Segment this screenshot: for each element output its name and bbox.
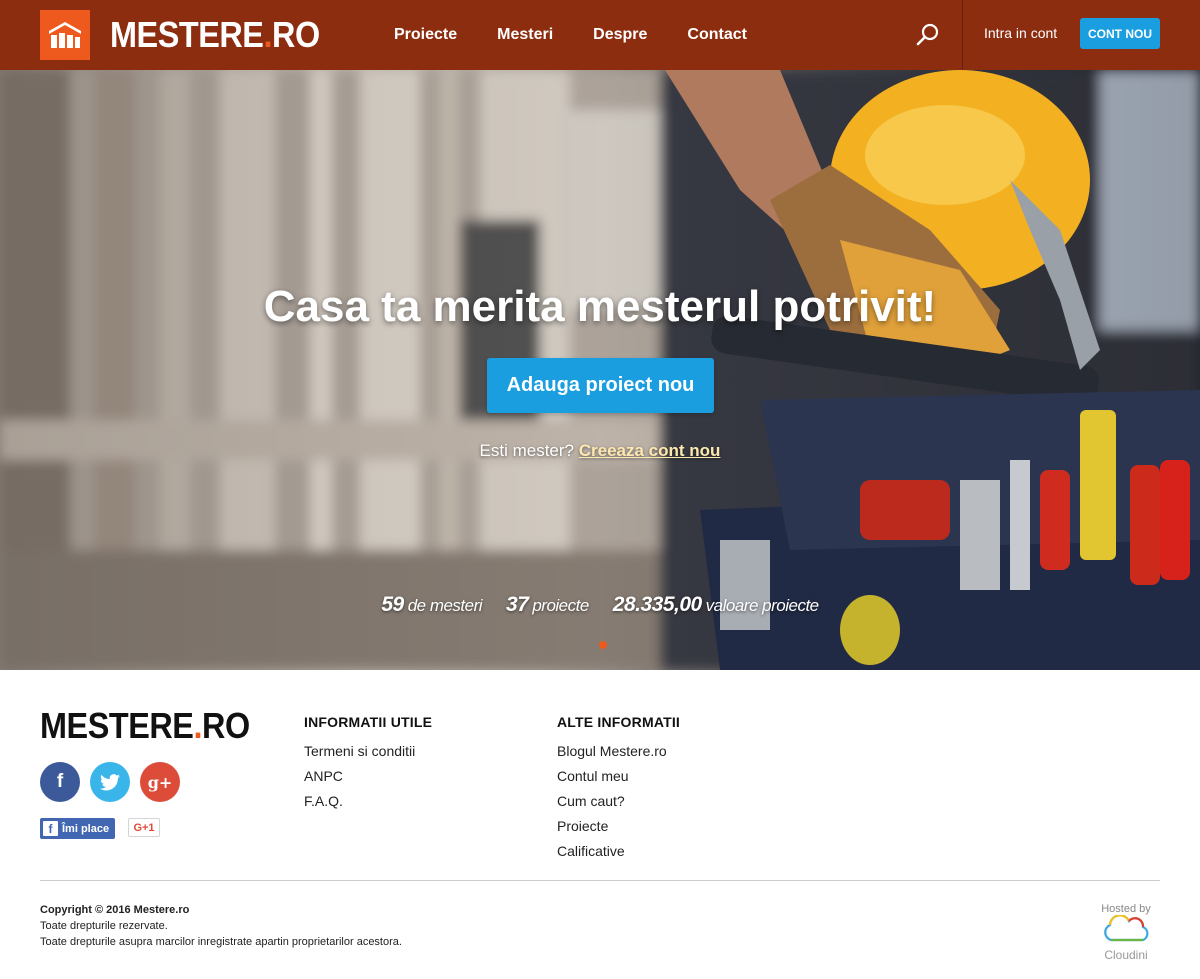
google-plus-icon[interactable]: g+ xyxy=(140,762,180,802)
stat-mesteri: 59 de mesteri xyxy=(381,593,483,616)
trademark-text: Toate drepturile asupra marcilor inregis… xyxy=(40,936,402,948)
hero-subtext: Esti mester? Creeaza cont nou xyxy=(0,441,1200,461)
rights-text: Toate drepturile rezervate. xyxy=(40,920,168,932)
nav-proiecte[interactable]: Proiecte xyxy=(394,26,457,44)
facebook-like-button[interactable]: f Îmi place xyxy=(40,818,116,839)
link-calificative[interactable]: Calificative xyxy=(557,839,680,864)
footer-divider xyxy=(40,880,1160,881)
link-cum-caut[interactable]: Cum caut? xyxy=(557,789,680,814)
facebook-icon[interactable]: f xyxy=(40,762,80,802)
link-blog[interactable]: Blogul Mestere.ro xyxy=(557,739,680,764)
footer-col-info: INFORMATII UTILE Termeni si conditii ANP… xyxy=(304,714,432,814)
link-proiecte[interactable]: Proiecte xyxy=(557,814,680,839)
google-plus-one-button[interactable]: G+1 xyxy=(128,818,160,837)
logo-wordmark[interactable]: MESTERE.RO xyxy=(110,15,320,55)
main-nav: Proiecte Mesteri Despre Contact xyxy=(394,0,787,70)
footer-logo[interactable]: MESTERE.RO xyxy=(40,706,250,746)
link-faq[interactable]: F.A.Q. xyxy=(304,789,432,814)
login-link[interactable]: Intra in cont xyxy=(984,25,1057,41)
stats-bar: 59 de mesteri 37 proiecte 28.335,00 valo… xyxy=(0,593,1200,617)
social-links: f g+ xyxy=(40,762,180,802)
stat-proiecte: 37 proiecte xyxy=(506,593,589,616)
signup-button[interactable]: CONT NOU xyxy=(1080,18,1160,49)
header-divider xyxy=(962,0,963,70)
hosted-by-label: Hosted by xyxy=(1101,903,1151,915)
footer-col-other: ALTE INFORMATII Blogul Mestere.ro Contul… xyxy=(557,714,680,864)
nav-contact[interactable]: Contact xyxy=(687,26,747,44)
copyright-text: Copyright © 2016 Mestere.ro xyxy=(40,904,190,916)
copyright-block: Copyright © 2016 Mestere.ro Toate dreptu… xyxy=(40,902,402,950)
nav-mesteri[interactable]: Mesteri xyxy=(497,26,553,44)
create-account-link[interactable]: Creeaza cont nou xyxy=(579,441,721,460)
link-contul-meu[interactable]: Contul meu xyxy=(557,764,680,789)
footer-col-other-title: ALTE INFORMATII xyxy=(557,714,681,730)
footer-col-info-title: INFORMATII UTILE xyxy=(304,714,433,730)
add-project-button[interactable]: Adauga proiect nou xyxy=(487,358,714,413)
search-icon[interactable] xyxy=(915,22,941,48)
link-termeni[interactable]: Termeni si conditii xyxy=(304,739,432,764)
hosted-by-badge[interactable]: Hosted by Cloudini xyxy=(1098,903,1154,962)
like-label: Îmi place xyxy=(62,822,110,835)
nav-despre[interactable]: Despre xyxy=(593,26,647,44)
cloud-icon xyxy=(1104,914,1149,942)
hero-subtext-label: Esti mester? xyxy=(479,441,575,460)
twitter-icon[interactable] xyxy=(90,762,130,802)
carousel-indicator[interactable] xyxy=(599,641,607,649)
stat-valoare: 28.335,00 valoare proiecte xyxy=(612,593,819,616)
link-anpc[interactable]: ANPC xyxy=(304,764,432,789)
site-header: MESTERE.RO Proiecte Mesteri Despre Conta… xyxy=(0,0,1200,70)
hero-title: Casa ta merita mesterul potrivit! xyxy=(263,282,937,331)
host-name: Cloudini xyxy=(1104,948,1148,962)
logo-icon[interactable] xyxy=(40,10,90,60)
facebook-small-icon: f xyxy=(43,821,58,836)
hero-banner: Casa ta merita mesterul potrivit! Adauga… xyxy=(0,70,1200,670)
